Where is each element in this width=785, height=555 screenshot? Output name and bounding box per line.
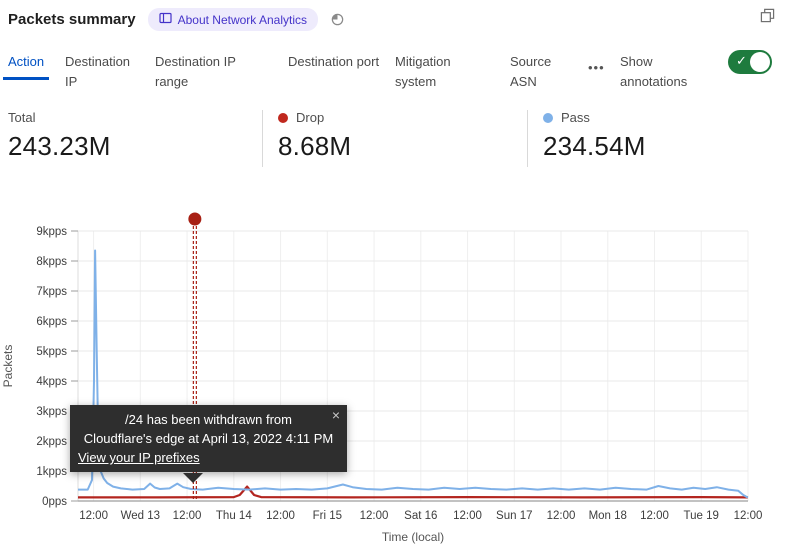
packets-summary-panel: Packets summary About Network Analytics … — [0, 0, 785, 555]
x-tick-label: 12:00 — [360, 510, 389, 522]
book-icon — [159, 12, 172, 27]
tab-destination-port[interactable]: Destination port — [288, 52, 380, 72]
tab-action[interactable]: Action — [3, 52, 49, 80]
stat-label: Drop — [296, 110, 324, 125]
y-tick-label: 3kpps — [36, 406, 67, 418]
stat-drop: Drop 8.68M — [278, 110, 351, 162]
tooltip-text-line1: /24 has been withdrawn from — [78, 410, 339, 429]
stat-value: 8.68M — [278, 131, 351, 162]
drop-legend-dot — [278, 113, 288, 123]
tab-source-asn[interactable]: Source ASN — [510, 52, 574, 92]
y-tick-label: 5kpps — [36, 346, 67, 358]
x-tick-label: Sun 17 — [496, 510, 532, 522]
y-tick-label: 6kpps — [36, 316, 67, 328]
x-tick-label: 12:00 — [173, 510, 202, 522]
time-period-icon — [330, 12, 345, 27]
stat-total: Total 243.23M — [8, 110, 111, 162]
x-tick-label: 12:00 — [640, 510, 669, 522]
x-tick-label: Fri 15 — [313, 510, 342, 522]
annotation-tooltip: × /24 has been withdrawn from Cloudflare… — [70, 405, 347, 472]
packets-chart[interactable]: 0pps 1kpps 2kpps 3kpps 4kpps 5kpps 6kpps 7kpps 8… — [0, 202, 785, 555]
x-tick-label: 12:00 — [453, 510, 482, 522]
y-tick-label: 8kpps — [36, 256, 67, 268]
stat-label: Total — [8, 110, 35, 125]
x-tick-label: Wed 13 — [121, 510, 160, 522]
x-tick-label: 12:00 — [266, 510, 295, 522]
x-tick-label: 12:00 — [734, 510, 763, 522]
toggle-knob — [750, 52, 770, 72]
y-tick-label: 2kpps — [36, 436, 67, 448]
x-tick-label: Thu 14 — [216, 510, 252, 522]
stat-divider — [262, 110, 263, 167]
show-annotations-toggle[interactable]: ✓ — [728, 50, 772, 74]
annotation-dot[interactable] — [188, 213, 201, 226]
x-tick-label: 12:00 — [79, 510, 108, 522]
tab-destination-ip[interactable]: Destination IP — [65, 52, 145, 92]
view-ip-prefixes-link[interactable]: View your IP prefixes — [78, 448, 200, 467]
x-tick-label: Sat 16 — [404, 510, 437, 522]
x-tick-label: Tue 19 — [684, 510, 719, 522]
stat-value: 234.54M — [543, 131, 646, 162]
y-axis-title: Packets — [1, 345, 15, 388]
panel-header: Packets summary About Network Analytics — [8, 8, 345, 31]
check-icon: ✓ — [736, 53, 747, 69]
about-network-analytics-badge[interactable]: About Network Analytics — [148, 8, 318, 31]
close-icon[interactable]: × — [332, 406, 340, 425]
expand-panel-icon[interactable] — [760, 8, 775, 28]
stat-label: Pass — [561, 110, 590, 125]
y-tick-label: 4kpps — [36, 376, 67, 388]
y-tick-label: 9kpps — [36, 226, 67, 238]
show-annotations-label: Show annotations — [620, 52, 708, 92]
page-title: Packets summary — [8, 11, 136, 28]
more-tabs-button[interactable]: ••• — [588, 60, 605, 75]
stat-pass: Pass 234.54M — [543, 110, 646, 162]
x-tick-label: Mon 18 — [589, 510, 627, 522]
y-tick-label: 0pps — [42, 496, 67, 508]
x-tick-label: 12:00 — [547, 510, 576, 522]
badge-label: About Network Analytics — [178, 13, 307, 27]
tab-destination-ip-range[interactable]: Destination IP range — [155, 52, 259, 92]
tooltip-text-line2: Cloudflare's edge at April 13, 2022 4:11… — [78, 429, 339, 448]
stat-divider — [527, 110, 528, 167]
x-axis-title: Time (local) — [382, 530, 444, 544]
stat-value: 243.23M — [8, 131, 111, 162]
tooltip-caret — [183, 473, 203, 483]
pass-legend-dot — [543, 113, 553, 123]
y-tick-label: 1kpps — [36, 466, 67, 478]
tab-mitigation-system[interactable]: Mitigation system — [395, 52, 491, 92]
y-tick-label: 7kpps — [36, 286, 67, 298]
